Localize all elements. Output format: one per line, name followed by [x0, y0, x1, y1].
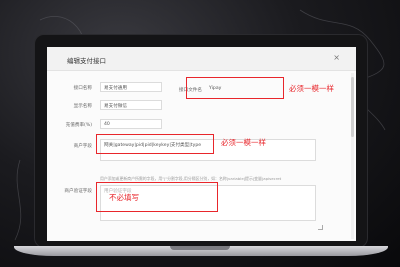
verify-field-label: 商户验证字段 — [64, 189, 92, 194]
annotation-must-match-2: 必须一模一样 — [221, 138, 266, 147]
annotation-must-match-1: 必须一模一样 — [289, 84, 334, 93]
scrollbar-thumb[interactable] — [351, 77, 354, 137]
file-name-highlight-box — [186, 77, 284, 99]
fee-rate-label: 充值费率(%) — [65, 123, 92, 128]
annotation-not-required: 不必填写 — [109, 193, 139, 202]
interface-name-label: 接口名称 — [73, 86, 92, 91]
resize-handle-icon[interactable] — [318, 225, 323, 230]
laptop-screen: 编辑支付接口 × 接口名称 易支付通用 接口文件名 Yipay 必须一模一样 显… — [47, 47, 356, 241]
fee-rate-input[interactable]: 40 — [100, 119, 162, 129]
merchant-field-label: 商户字段 — [73, 144, 92, 149]
display-name-input[interactable]: 易支付微信 — [100, 100, 162, 110]
merchant-field-highlight-box — [96, 134, 214, 154]
close-icon[interactable]: × — [333, 53, 340, 62]
modal-title: 编辑支付接口 — [67, 57, 106, 65]
modal-header: 编辑支付接口 × — [47, 47, 356, 71]
laptop-notch — [170, 246, 230, 250]
display-name-label: 显示名称 — [73, 104, 92, 109]
interface-name-input[interactable]: 易支付通用 — [100, 82, 162, 92]
